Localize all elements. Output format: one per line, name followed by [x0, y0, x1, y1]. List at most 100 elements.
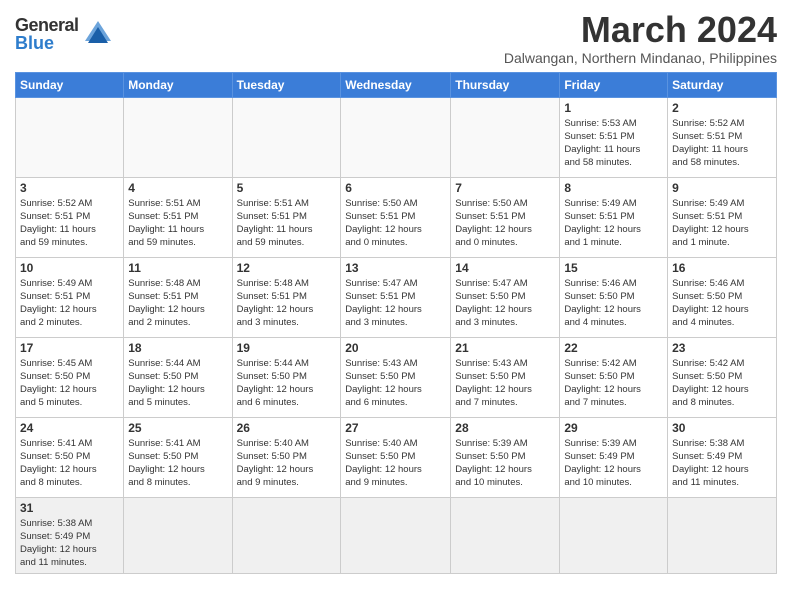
day-info: Sunrise: 5:40 AM Sunset: 5:50 PM Dayligh…: [345, 437, 446, 490]
day-number: 28: [455, 421, 555, 435]
day-info: Sunrise: 5:41 AM Sunset: 5:50 PM Dayligh…: [128, 437, 227, 490]
calendar-cell: 25 Sunrise: 5:41 AM Sunset: 5:50 PM Dayli…: [124, 417, 232, 497]
calendar-cell: [16, 97, 124, 177]
page-title: March 2024: [504, 10, 777, 50]
calendar-cell: 13 Sunrise: 5:47 AM Sunset: 5:51 PM Dayli…: [341, 257, 451, 337]
day-number: 3: [20, 181, 119, 195]
day-info: Sunrise: 5:38 AM Sunset: 5:49 PM Dayligh…: [20, 517, 119, 570]
day-number: 2: [672, 101, 772, 115]
day-info: Sunrise: 5:48 AM Sunset: 5:51 PM Dayligh…: [128, 277, 227, 330]
day-number: 4: [128, 181, 227, 195]
calendar-cell: [341, 97, 451, 177]
day-number: 27: [345, 421, 446, 435]
logo: General Blue: [15, 10, 113, 52]
day-info: Sunrise: 5:51 AM Sunset: 5:51 PM Dayligh…: [128, 197, 227, 250]
calendar-cell: 24 Sunrise: 5:41 AM Sunset: 5:50 PM Dayli…: [16, 417, 124, 497]
page-header: General Blue March 2024 Dalwangan, North…: [15, 10, 777, 66]
day-info: Sunrise: 5:45 AM Sunset: 5:50 PM Dayligh…: [20, 357, 119, 410]
weekday-header-monday: Monday: [124, 72, 232, 97]
calendar-cell: 31 Sunrise: 5:38 AM Sunset: 5:49 PM Dayli…: [16, 497, 124, 573]
day-info: Sunrise: 5:42 AM Sunset: 5:50 PM Dayligh…: [564, 357, 663, 410]
calendar-cell: [560, 497, 668, 573]
calendar-cell: [451, 497, 560, 573]
day-info: Sunrise: 5:38 AM Sunset: 5:49 PM Dayligh…: [672, 437, 772, 490]
day-number: 6: [345, 181, 446, 195]
day-info: Sunrise: 5:49 AM Sunset: 5:51 PM Dayligh…: [564, 197, 663, 250]
day-info: Sunrise: 5:50 AM Sunset: 5:51 PM Dayligh…: [455, 197, 555, 250]
page-subtitle: Dalwangan, Northern Mindanao, Philippine…: [504, 50, 777, 66]
day-number: 23: [672, 341, 772, 355]
day-number: 16: [672, 261, 772, 275]
calendar-cell: 5Sunrise: 5:51 AM Sunset: 5:51 PM Daylig…: [232, 177, 341, 257]
calendar-cell: 6 Sunrise: 5:50 AM Sunset: 5:51 PM Daylig…: [341, 177, 451, 257]
calendar-cell: 8 Sunrise: 5:49 AM Sunset: 5:51 PM Daylig…: [560, 177, 668, 257]
day-info: Sunrise: 5:47 AM Sunset: 5:51 PM Dayligh…: [345, 277, 446, 330]
calendar-cell: 15Sunrise: 5:46 AM Sunset: 5:50 PM Dayli…: [560, 257, 668, 337]
day-info: Sunrise: 5:53 AM Sunset: 5:51 PM Dayligh…: [564, 117, 663, 170]
day-info: Sunrise: 5:48 AM Sunset: 5:51 PM Dayligh…: [237, 277, 337, 330]
calendar-cell: 28 Sunrise: 5:39 AM Sunset: 5:50 PM Dayli…: [451, 417, 560, 497]
weekday-header-sunday: Sunday: [16, 72, 124, 97]
day-number: 24: [20, 421, 119, 435]
day-info: Sunrise: 5:47 AM Sunset: 5:50 PM Dayligh…: [455, 277, 555, 330]
day-info: Sunrise: 5:46 AM Sunset: 5:50 PM Dayligh…: [672, 277, 772, 330]
day-number: 25: [128, 421, 227, 435]
calendar-cell: 17Sunrise: 5:45 AM Sunset: 5:50 PM Dayli…: [16, 337, 124, 417]
calendar-cell: 14 Sunrise: 5:47 AM Sunset: 5:50 PM Dayli…: [451, 257, 560, 337]
calendar-cell: 12Sunrise: 5:48 AM Sunset: 5:51 PM Dayli…: [232, 257, 341, 337]
calendar-cell: 30 Sunrise: 5:38 AM Sunset: 5:49 PM Dayli…: [668, 417, 777, 497]
day-info: Sunrise: 5:49 AM Sunset: 5:51 PM Dayligh…: [20, 277, 119, 330]
calendar-week-3: 10 Sunrise: 5:49 AM Sunset: 5:51 PM Dayli…: [16, 257, 777, 337]
calendar-cell: [341, 497, 451, 573]
day-number: 1: [564, 101, 663, 115]
day-info: Sunrise: 5:43 AM Sunset: 5:50 PM Dayligh…: [345, 357, 446, 410]
day-number: 29: [564, 421, 663, 435]
calendar-cell: 23 Sunrise: 5:42 AM Sunset: 5:50 PM Dayli…: [668, 337, 777, 417]
calendar-cell: [668, 497, 777, 573]
calendar-table: SundayMondayTuesdayWednesdayThursdayFrid…: [15, 72, 777, 574]
day-number: 26: [237, 421, 337, 435]
calendar-week-1: 1 Sunrise: 5:53 AM Sunset: 5:51 PM Daylig…: [16, 97, 777, 177]
weekday-header-wednesday: Wednesday: [341, 72, 451, 97]
day-number: 9: [672, 181, 772, 195]
day-number: 21: [455, 341, 555, 355]
day-number: 14: [455, 261, 555, 275]
calendar-cell: 20 Sunrise: 5:43 AM Sunset: 5:50 PM Dayli…: [341, 337, 451, 417]
calendar-cell: [232, 497, 341, 573]
day-number: 8: [564, 181, 663, 195]
day-info: Sunrise: 5:52 AM Sunset: 5:51 PM Dayligh…: [20, 197, 119, 250]
day-info: Sunrise: 5:39 AM Sunset: 5:50 PM Dayligh…: [455, 437, 555, 490]
calendar-cell: [451, 97, 560, 177]
calendar-week-5: 24 Sunrise: 5:41 AM Sunset: 5:50 PM Dayli…: [16, 417, 777, 497]
calendar-week-4: 17Sunrise: 5:45 AM Sunset: 5:50 PM Dayli…: [16, 337, 777, 417]
logo-general: General: [15, 16, 79, 34]
day-info: Sunrise: 5:41 AM Sunset: 5:50 PM Dayligh…: [20, 437, 119, 490]
day-info: Sunrise: 5:43 AM Sunset: 5:50 PM Dayligh…: [455, 357, 555, 410]
day-number: 20: [345, 341, 446, 355]
calendar-cell: 1 Sunrise: 5:53 AM Sunset: 5:51 PM Daylig…: [560, 97, 668, 177]
weekday-header-row: SundayMondayTuesdayWednesdayThursdayFrid…: [16, 72, 777, 97]
day-info: Sunrise: 5:39 AM Sunset: 5:49 PM Dayligh…: [564, 437, 663, 490]
day-info: Sunrise: 5:40 AM Sunset: 5:50 PM Dayligh…: [237, 437, 337, 490]
day-number: 31: [20, 501, 119, 515]
calendar-cell: [124, 97, 232, 177]
calendar-cell: 27 Sunrise: 5:40 AM Sunset: 5:50 PM Dayli…: [341, 417, 451, 497]
day-info: Sunrise: 5:42 AM Sunset: 5:50 PM Dayligh…: [672, 357, 772, 410]
day-number: 19: [237, 341, 337, 355]
day-number: 18: [128, 341, 227, 355]
day-number: 10: [20, 261, 119, 275]
day-number: 13: [345, 261, 446, 275]
logo-icon: [83, 19, 113, 49]
calendar-cell: 19 Sunrise: 5:44 AM Sunset: 5:50 PM Dayli…: [232, 337, 341, 417]
weekday-header-thursday: Thursday: [451, 72, 560, 97]
day-number: 30: [672, 421, 772, 435]
calendar-cell: 3 Sunrise: 5:52 AM Sunset: 5:51 PM Daylig…: [16, 177, 124, 257]
day-info: Sunrise: 5:44 AM Sunset: 5:50 PM Dayligh…: [128, 357, 227, 410]
day-info: Sunrise: 5:44 AM Sunset: 5:50 PM Dayligh…: [237, 357, 337, 410]
day-info: Sunrise: 5:50 AM Sunset: 5:51 PM Dayligh…: [345, 197, 446, 250]
day-number: 5: [237, 181, 337, 195]
calendar-cell: 11Sunrise: 5:48 AM Sunset: 5:51 PM Dayli…: [124, 257, 232, 337]
calendar-cell: 18 Sunrise: 5:44 AM Sunset: 5:50 PM Dayli…: [124, 337, 232, 417]
day-info: Sunrise: 5:46 AM Sunset: 5:50 PM Dayligh…: [564, 277, 663, 330]
weekday-header-saturday: Saturday: [668, 72, 777, 97]
